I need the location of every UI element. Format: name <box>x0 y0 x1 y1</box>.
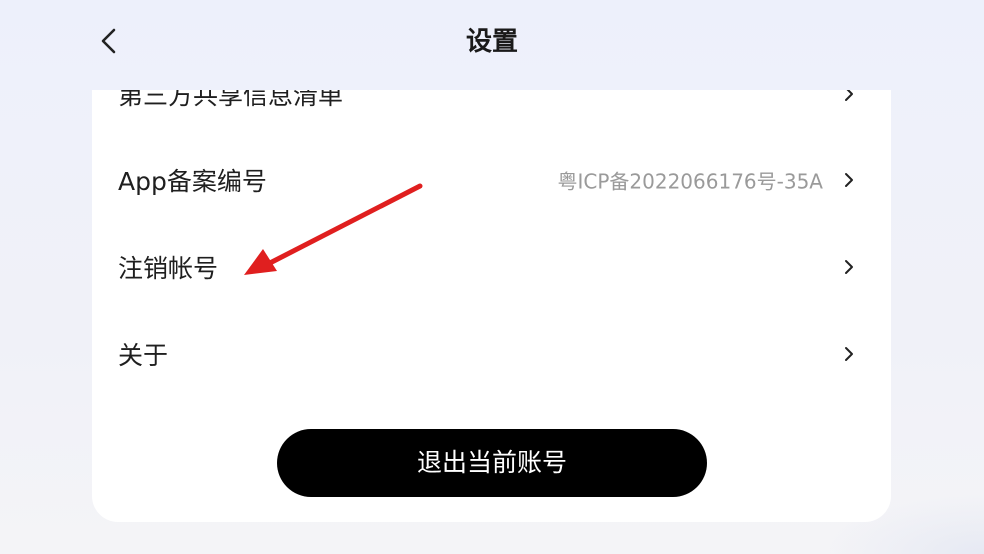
settings-item-about[interactable]: 关于 <box>92 318 891 390</box>
logout-button[interactable]: 退出当前账号 <box>277 429 707 497</box>
chevron-left-icon <box>94 22 128 60</box>
chevron-right-icon <box>843 258 855 276</box>
chevron-right-icon <box>843 345 855 363</box>
settings-item-label: 关于 <box>118 341 169 370</box>
top-bar: 设置 <box>0 0 984 90</box>
settings-item-value: 粤ICP备2022066176号-35A <box>557 169 823 194</box>
settings-item-delete-account[interactable]: 注销帐号 <box>92 231 891 303</box>
settings-item-app-filing-number[interactable]: App备案编号 粤ICP备2022066176号-35A <box>92 144 891 216</box>
back-button[interactable] <box>94 22 128 60</box>
settings-item-label: 注销帐号 <box>118 254 219 283</box>
chevron-right-icon <box>843 171 855 189</box>
settings-item-label: App备案编号 <box>118 167 267 196</box>
settings-card: 第三方共享信息清单 App备案编号 粤ICP备2022066176号-35A 注… <box>92 40 891 522</box>
page-title: 设置 <box>465 27 518 57</box>
